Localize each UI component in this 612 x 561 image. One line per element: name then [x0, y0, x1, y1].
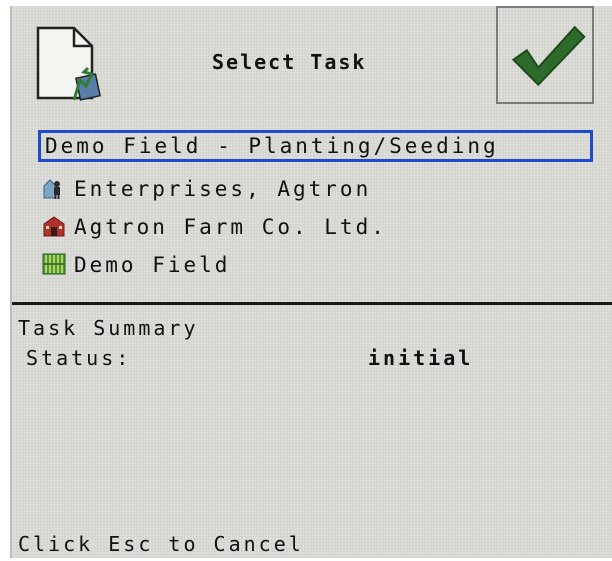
- task-selection[interactable]: Demo Field - Planting/Seeding: [38, 130, 593, 162]
- status-value: initial: [368, 346, 474, 370]
- farm-row: Agtron Farm Co. Ltd.: [42, 212, 387, 242]
- cancel-hint: Click Esc to Cancel: [18, 532, 304, 556]
- customer-icon: [42, 176, 66, 200]
- page-title: Select Task: [212, 50, 367, 74]
- status-label: Status:: [26, 346, 132, 370]
- display-bezel: Select Task Demo Field - Planting/Seedin…: [0, 0, 612, 561]
- task-summary-title: Task Summary: [18, 316, 199, 340]
- section-divider: [12, 302, 612, 305]
- terminal-screen: Select Task Demo Field - Planting/Seedin…: [10, 6, 612, 558]
- checkmark-icon: [511, 25, 586, 87]
- farm-label: Agtron Farm Co. Ltd.: [74, 215, 387, 239]
- field-label: Demo Field: [74, 253, 231, 277]
- field-icon: [42, 252, 66, 276]
- customer-row: Enterprises, Agtron: [42, 174, 371, 204]
- document-icon: [34, 14, 104, 104]
- farm-icon: [42, 214, 66, 238]
- field-row: Demo Field: [42, 250, 230, 280]
- confirm-button[interactable]: [496, 6, 594, 104]
- customer-label: Enterprises, Agtron: [74, 177, 372, 201]
